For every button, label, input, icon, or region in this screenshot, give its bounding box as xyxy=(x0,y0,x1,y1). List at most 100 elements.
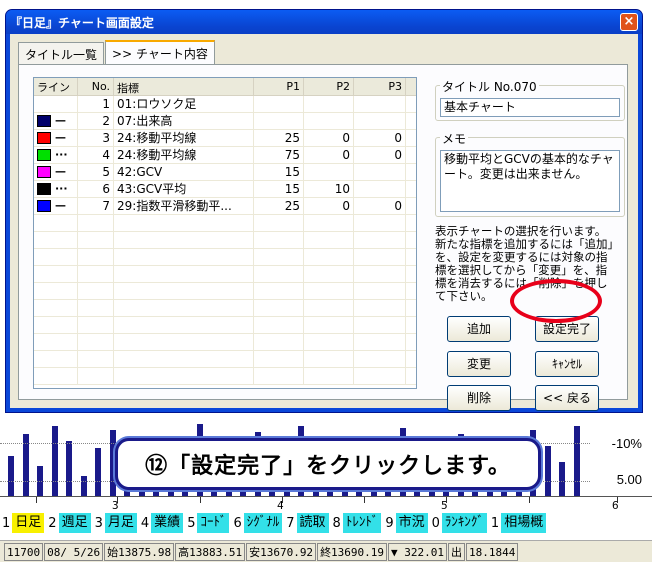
line-style-cell: — xyxy=(34,198,78,214)
title-group: タイトル No.070 基本チャート xyxy=(435,78,625,121)
line-style-cell xyxy=(34,96,78,112)
cell-no: 4 xyxy=(78,147,114,163)
tab-chart-content[interactable]: >> チャート内容 xyxy=(105,40,215,64)
volume-bar xyxy=(95,448,101,496)
cell-p1: 15 xyxy=(254,181,304,197)
empty-cell xyxy=(78,215,114,231)
list-item[interactable]: — 2 07:出来高 xyxy=(34,113,416,130)
nav-item-label: 日足 xyxy=(12,513,45,533)
ruler-number: 3 xyxy=(112,499,119,512)
nav-item[interactable]: 6 ｼｸﾞﾅﾙ xyxy=(231,512,283,534)
empty-cell xyxy=(78,266,114,282)
cell-no: 2 xyxy=(78,113,114,129)
cell-indicator: 24:移動平均線 xyxy=(114,130,254,146)
nav-item[interactable]: 3 月足 xyxy=(93,512,137,534)
empty-cell xyxy=(354,215,406,231)
cell-p1 xyxy=(254,96,304,112)
chart-settings-dialog: 『日足』チャート画面設定 × タイトル一覧 >> チャート内容 ライン No. … xyxy=(5,9,643,413)
empty-cell xyxy=(114,232,254,248)
list-item[interactable]: ··· 6 43:GCV平均 15 10 xyxy=(34,181,416,198)
color-swatch xyxy=(37,132,51,144)
column-header-no[interactable]: No. xyxy=(78,78,114,95)
title-field[interactable]: 基本チャート xyxy=(440,98,620,117)
status-cell: 終13690.19 xyxy=(317,542,388,561)
nav-item[interactable]: 2 週足 xyxy=(46,512,91,534)
volume-bar xyxy=(51,426,58,496)
list-item[interactable]: —3 24:移動平均線 25 0 0 xyxy=(34,130,416,147)
axis-label: -10% xyxy=(611,436,642,451)
cell-indicator: 43:GCV平均 xyxy=(114,181,254,197)
nav-item-label: ﾄﾚﾝﾄﾞ xyxy=(342,513,382,533)
nav-item-label: 相場概 xyxy=(501,513,547,533)
nav-item[interactable]: 7 読取 xyxy=(284,512,329,534)
status-bar: 11700 08/ 5/26 始13875.98 高13883.51 安13670.92… xyxy=(0,540,652,562)
column-header-p2[interactable]: P2 xyxy=(304,78,354,95)
list-item[interactable]: 1 01:ロウソク足 xyxy=(34,96,416,113)
nav-item[interactable]: 5 ｺｰﾄﾞ xyxy=(185,512,230,534)
empty-cell xyxy=(304,368,354,384)
cancel-button[interactable]: ｷｬﾝｾﾙ xyxy=(535,351,599,377)
cell-p3 xyxy=(354,164,406,180)
cell-p2: 0 xyxy=(304,130,354,146)
delete-button[interactable]: 削除 xyxy=(447,385,511,411)
indicator-list[interactable]: ライン No. 指標 P1 P2 P3 1 01:ロウソク足 —2 07:出来高 —3 2… xyxy=(33,77,417,389)
column-header-line[interactable]: ライン xyxy=(34,78,78,95)
list-item[interactable]: ··· 4 24:移動平均線 75 0 0 xyxy=(34,147,416,164)
change-button[interactable]: 変更 xyxy=(447,351,511,377)
cell-p1: 25 xyxy=(254,130,304,146)
empty-cell xyxy=(114,249,254,265)
dialog-body: タイトル一覧 >> チャート内容 ライン No. 指標 P1 P2 P3 1 01… xyxy=(10,34,638,411)
list-item[interactable]: —7 29:指数平滑移動平... 25 0 0 xyxy=(34,198,416,215)
line-style-cell: — xyxy=(34,113,78,129)
memo-field[interactable]: 移動平均とGCVの基本的なチャート。変更は出来ません。 xyxy=(440,150,620,212)
empty-cell xyxy=(34,368,78,384)
date-ruler: 3 4 5 6 xyxy=(0,496,652,512)
list-item[interactable]: — 5 42:GCV 15 xyxy=(34,164,416,181)
empty-row xyxy=(34,283,416,300)
empty-cell xyxy=(78,283,114,299)
nav-item[interactable]: 4 業績 xyxy=(139,512,184,534)
column-header-p3[interactable]: P3 xyxy=(354,78,406,95)
highlight-ring xyxy=(510,279,602,323)
nav-item[interactable]: 1 日足 xyxy=(0,512,45,534)
nav-item[interactable]: 9 市況 xyxy=(383,512,428,534)
nav-item[interactable]: 0 ﾗﾝｷﾝｸﾞ xyxy=(430,512,487,534)
volume-bar xyxy=(573,426,580,496)
add-button[interactable]: 追加 xyxy=(447,316,511,342)
dialog-title: 『日足』チャート画面設定 xyxy=(10,15,154,30)
color-swatch xyxy=(37,166,51,178)
nav-item-label: ｺｰﾄﾞ xyxy=(197,513,230,533)
column-header-indicator[interactable]: 指標 xyxy=(114,78,254,95)
tab-strip: タイトル一覧 >> チャート内容 xyxy=(18,40,216,64)
line-style-mark: — xyxy=(55,165,66,178)
empty-cell xyxy=(78,249,114,265)
nav-item[interactable]: 1 相場概 xyxy=(489,512,547,534)
cell-p3 xyxy=(354,181,406,197)
empty-cell xyxy=(354,283,406,299)
column-header-p1[interactable]: P1 xyxy=(254,78,304,95)
line-style-mark: — xyxy=(55,131,66,144)
nav-item-number: 2 xyxy=(48,515,57,531)
empty-cell xyxy=(254,368,304,384)
empty-row xyxy=(34,368,416,385)
empty-row xyxy=(34,351,416,368)
empty-cell xyxy=(114,317,254,333)
empty-cell xyxy=(78,351,114,367)
memo-group-label: メモ xyxy=(440,130,469,147)
cell-p2 xyxy=(304,113,354,129)
tab-title-list[interactable]: タイトル一覧 xyxy=(18,42,105,64)
cell-p1: 75 xyxy=(254,147,304,163)
cell-p1 xyxy=(254,113,304,129)
empty-cell xyxy=(114,300,254,316)
empty-row xyxy=(34,300,416,317)
close-button[interactable]: × xyxy=(620,13,638,31)
nav-item[interactable]: 8 ﾄﾚﾝﾄﾞ xyxy=(331,512,382,534)
empty-cell xyxy=(254,249,304,265)
volume-bar xyxy=(80,476,87,496)
empty-cell xyxy=(354,232,406,248)
nav-item-label: ﾗﾝｷﾝｸﾞ xyxy=(441,513,487,533)
empty-cell xyxy=(354,368,406,384)
color-swatch xyxy=(37,115,51,127)
back-button[interactable]: << 戻る xyxy=(535,385,599,411)
dialog-titlebar[interactable]: 『日足』チャート画面設定 × xyxy=(6,10,642,34)
